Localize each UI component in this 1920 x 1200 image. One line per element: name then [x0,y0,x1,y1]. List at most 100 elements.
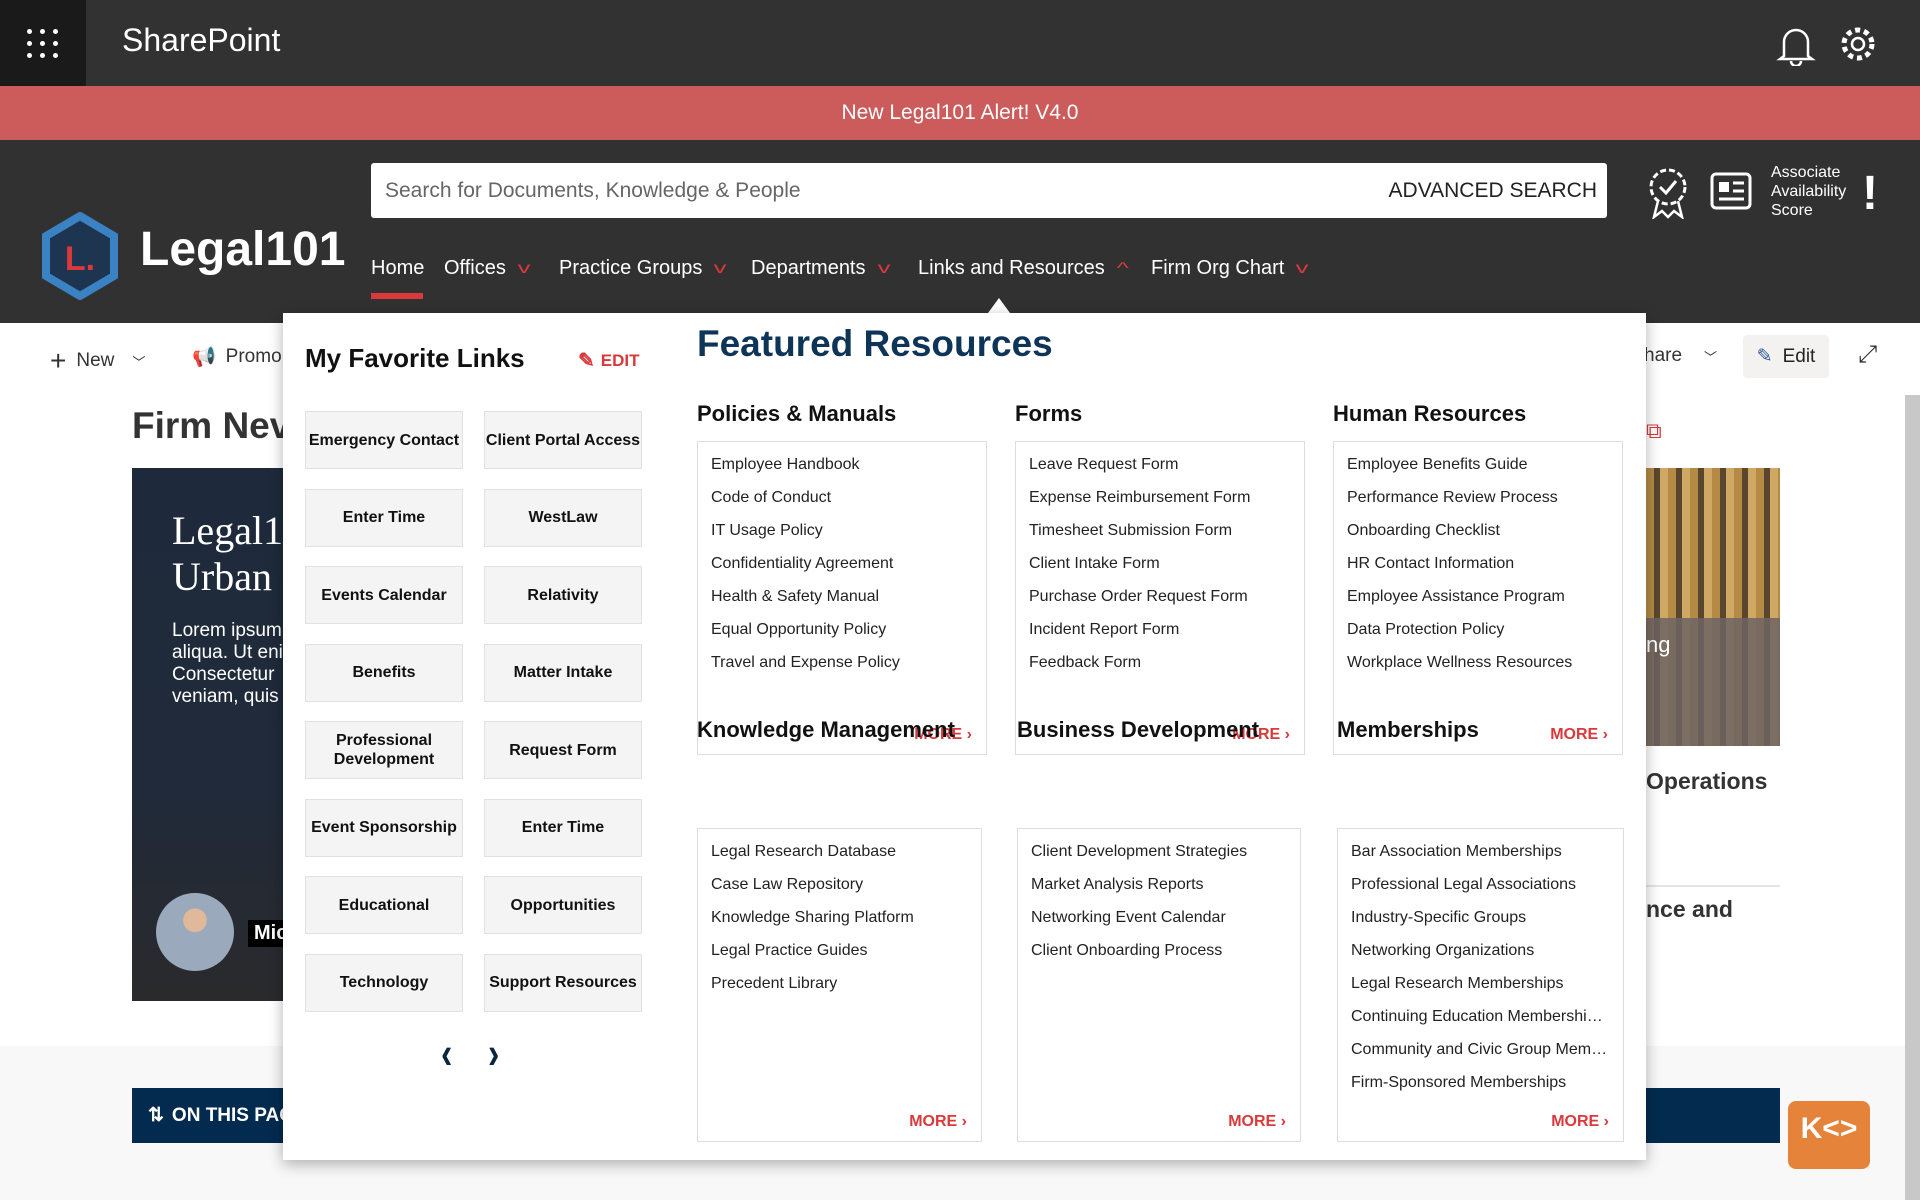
resource-link[interactable]: Client Development Strategies [1031,841,1300,874]
award-badge-icon[interactable] [1646,165,1690,219]
share-button[interactable]: hare ﹀ [1644,345,1717,367]
more-link[interactable]: MORE › [909,1113,967,1131]
chat-bot-icon[interactable]: K<> [1788,1101,1870,1169]
site-name[interactable]: Legal101 [140,222,345,277]
chevron-right-icon: › [957,1113,967,1130]
resource-link[interactable]: Community and Civic Group Mem… [1351,1039,1623,1072]
favorite-link-button[interactable]: Matter Intake [484,643,642,702]
resource-link[interactable]: Networking Organizations [1351,940,1623,973]
app-title[interactable]: SharePoint [122,22,280,59]
favorite-link-button[interactable]: Technology [305,953,463,1012]
resource-link[interactable]: Equal Opportunity Policy [711,619,986,652]
nav-firm-org-chart[interactable]: Firm Org Chart v [1151,257,1309,280]
resource-link[interactable]: Employee Handbook [711,454,986,487]
news-icon[interactable] [1710,172,1752,210]
nav-links-and-resources[interactable]: Links and Resources ^ [918,257,1129,280]
resource-link[interactable]: Data Protection Policy [1347,619,1622,652]
resource-link[interactable]: Workplace Wellness Resources [1347,652,1622,685]
search-box[interactable]: ADVANCED SEARCH [371,163,1607,218]
resource-link[interactable]: Timesheet Submission Form [1029,520,1304,553]
resource-link[interactable]: IT Usage Policy [711,520,986,553]
alert-banner[interactable]: New Legal101 Alert! V4.0 [0,86,1920,140]
resource-link[interactable]: Onboarding Checklist [1347,520,1622,553]
legal101-logo-icon[interactable]: L. [40,212,120,300]
favorite-link-button[interactable]: Enter Time [305,488,463,547]
news-image-card[interactable]: ng [1646,468,1780,746]
favorite-link-button[interactable]: Client Portal Access [484,411,642,469]
next-arrow-icon[interactable]: › [488,1029,499,1080]
resource-link[interactable]: Firm-Sponsored Memberships [1351,1072,1623,1105]
resource-link[interactable]: Employee Benefits Guide [1347,454,1622,487]
more-link[interactable]: MORE › [1550,726,1608,744]
resource-link[interactable]: Employee Assistance Program [1347,586,1622,619]
chevron-up-icon[interactable]: ^ [1117,260,1129,278]
resource-link[interactable]: Bar Association Memberships [1351,841,1623,874]
nav-home[interactable]: Home [371,257,424,280]
resource-link[interactable]: Knowledge Sharing Platform [711,907,981,940]
news-title[interactable]: nce and [1646,896,1733,923]
favorite-link-button[interactable]: Request Form [484,721,642,779]
resource-link[interactable]: Legal Research Database [711,841,981,874]
favorite-link-button[interactable]: Professional Development [305,721,463,779]
external-link-icon[interactable]: ⧉ [1646,418,1662,444]
resource-link[interactable]: Case Law Repository [711,874,981,907]
alert-mark[interactable]: ! [1862,166,1878,221]
favorite-link-button[interactable]: Support Resources [484,953,642,1012]
news-title[interactable]: Operations [1646,768,1767,795]
favorite-link-button[interactable]: Opportunities [484,876,642,934]
previous-arrow-icon[interactable]: ‹ [441,1029,452,1080]
edit-page-button[interactable]: ✎ Edit [1743,335,1829,378]
resource-link[interactable]: Expense Reimbursement Form [1029,487,1304,520]
chevron-down-icon[interactable]: v [877,260,890,278]
resource-link[interactable]: HR Contact Information [1347,553,1622,586]
resource-link[interactable]: Purchase Order Request Form [1029,586,1304,619]
resource-link[interactable]: Code of Conduct [711,487,986,520]
resource-link[interactable]: Client Intake Form [1029,553,1304,586]
resource-link[interactable]: Leave Request Form [1029,454,1304,487]
favorite-link-button[interactable]: Enter Time [484,798,642,857]
app-launcher-icon[interactable] [0,0,86,86]
favorites-edit-button[interactable]: ✎ EDIT [578,348,640,373]
favorite-link-button[interactable]: Educational [305,876,463,934]
section-title: Forms [1015,401,1083,426]
resource-link[interactable]: Feedback Form [1029,652,1304,685]
resource-link[interactable]: Health & Safety Manual [711,586,986,619]
resource-link[interactable]: Precedent Library [711,973,981,1006]
promote-button[interactable]: 📢 Promo [192,345,282,369]
nav-offices[interactable]: Offices v [444,257,530,280]
favorite-link-button[interactable]: Benefits [305,643,463,702]
resource-link[interactable]: Industry-Specific Groups [1351,907,1623,940]
resource-link[interactable]: Travel and Expense Policy [711,652,986,685]
favorite-link-button[interactable]: Events Calendar [305,566,463,624]
search-input[interactable] [385,178,1389,203]
resource-link[interactable]: Client Onboarding Process [1031,940,1300,973]
resource-link[interactable]: Professional Legal Associations [1351,874,1623,907]
chevron-down-icon[interactable]: v [517,260,530,278]
more-link[interactable]: MORE › [1228,1113,1286,1131]
resource-link[interactable]: Incident Report Form [1029,619,1304,652]
chevron-down-icon[interactable]: v [714,260,727,278]
expand-icon[interactable]: ⤢ [1858,341,1877,369]
resource-link[interactable]: Market Analysis Reports [1031,874,1300,907]
resource-link[interactable]: Performance Review Process [1347,487,1622,520]
favorite-link-button[interactable]: Event Sponsorship [305,798,463,857]
chevron-down-icon[interactable]: v [1296,260,1309,278]
favorite-link-button[interactable]: WestLaw [484,488,642,547]
favorite-link-button[interactable]: Emergency Contact [305,411,463,469]
nav-departments[interactable]: Departments v [751,257,890,280]
new-button[interactable]: + New ﹀ [50,345,145,377]
bell-icon[interactable] [1776,24,1816,66]
more-link[interactable]: MORE › [1551,1113,1609,1131]
resource-link[interactable]: Confidentiality Agreement [711,553,986,586]
associate-availability-score[interactable]: Associate Availability Score [1771,163,1846,220]
favorite-link-button[interactable]: Relativity [484,566,642,624]
resource-link[interactable]: Legal Practice Guides [711,940,981,973]
featured-resources-title: Featured Resources [697,323,1053,364]
resource-link[interactable]: Networking Event Calendar [1031,907,1300,940]
advanced-search-link[interactable]: ADVANCED SEARCH [1389,179,1597,203]
scrollbar[interactable] [1905,395,1920,1200]
gear-icon[interactable] [1838,24,1878,64]
nav-practice-groups[interactable]: Practice Groups v [559,257,727,280]
resource-link[interactable]: Continuing Education Membershi… [1351,1006,1623,1039]
resource-link[interactable]: Legal Research Memberships [1351,973,1623,1006]
